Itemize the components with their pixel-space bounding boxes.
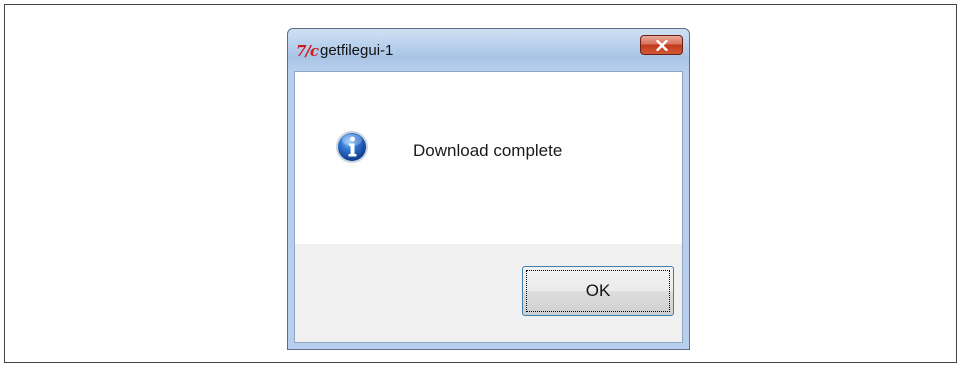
button-area: OK	[295, 244, 682, 342]
tk-feather-icon: 7/c	[296, 42, 319, 60]
dialog-client-area: Download complete OK	[294, 71, 683, 343]
info-icon	[336, 131, 368, 163]
screenshot-frame: 7/c getfilegui-1 Download complete OK	[4, 4, 957, 363]
ok-button[interactable]: OK	[522, 266, 674, 316]
message-area: Download complete	[295, 72, 682, 244]
message-text: Download complete	[413, 141, 563, 160]
title-bar[interactable]: 7/c getfilegui-1	[288, 29, 689, 71]
ok-button-label: OK	[526, 270, 670, 312]
close-button[interactable]	[640, 35, 683, 55]
close-icon	[655, 39, 668, 51]
window-title: getfilegui-1	[320, 42, 394, 59]
message-dialog: 7/c getfilegui-1 Download complete OK	[287, 28, 690, 350]
